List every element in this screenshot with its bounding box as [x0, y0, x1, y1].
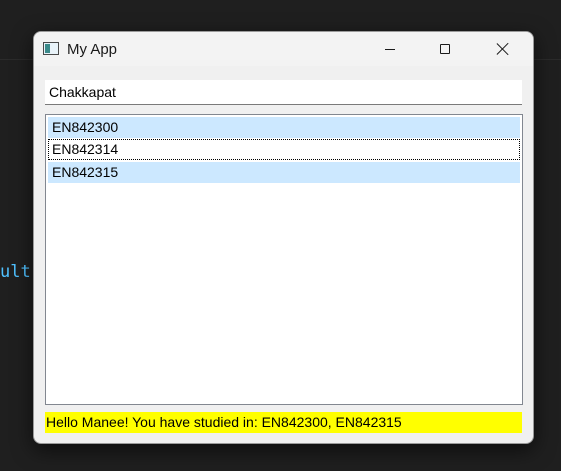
list-item-course-0[interactable]: EN842300 — [48, 117, 520, 138]
background-code-text: ult — [0, 262, 31, 282]
course-listbox[interactable]: EN842300 EN842314 EN842315 — [45, 114, 523, 405]
maximize-button[interactable] — [422, 32, 468, 66]
status-label: Hello Manee! You have studied in: EN8423… — [45, 412, 522, 433]
maximize-icon — [440, 44, 450, 54]
minimize-icon — [385, 48, 395, 50]
list-item-course-1[interactable]: EN842314 — [48, 139, 520, 160]
app-window-icon — [43, 42, 59, 55]
close-button[interactable] — [480, 32, 526, 66]
list-item-course-2[interactable]: EN842315 — [48, 162, 520, 183]
minimize-button[interactable] — [367, 32, 413, 66]
app-window: My App EN842300 EN842314 EN842315 Hello … — [33, 31, 534, 444]
title-bar[interactable]: My App — [34, 32, 533, 66]
close-icon — [496, 42, 510, 56]
window-title: My App — [67, 41, 118, 58]
name-input[interactable] — [45, 80, 522, 105]
